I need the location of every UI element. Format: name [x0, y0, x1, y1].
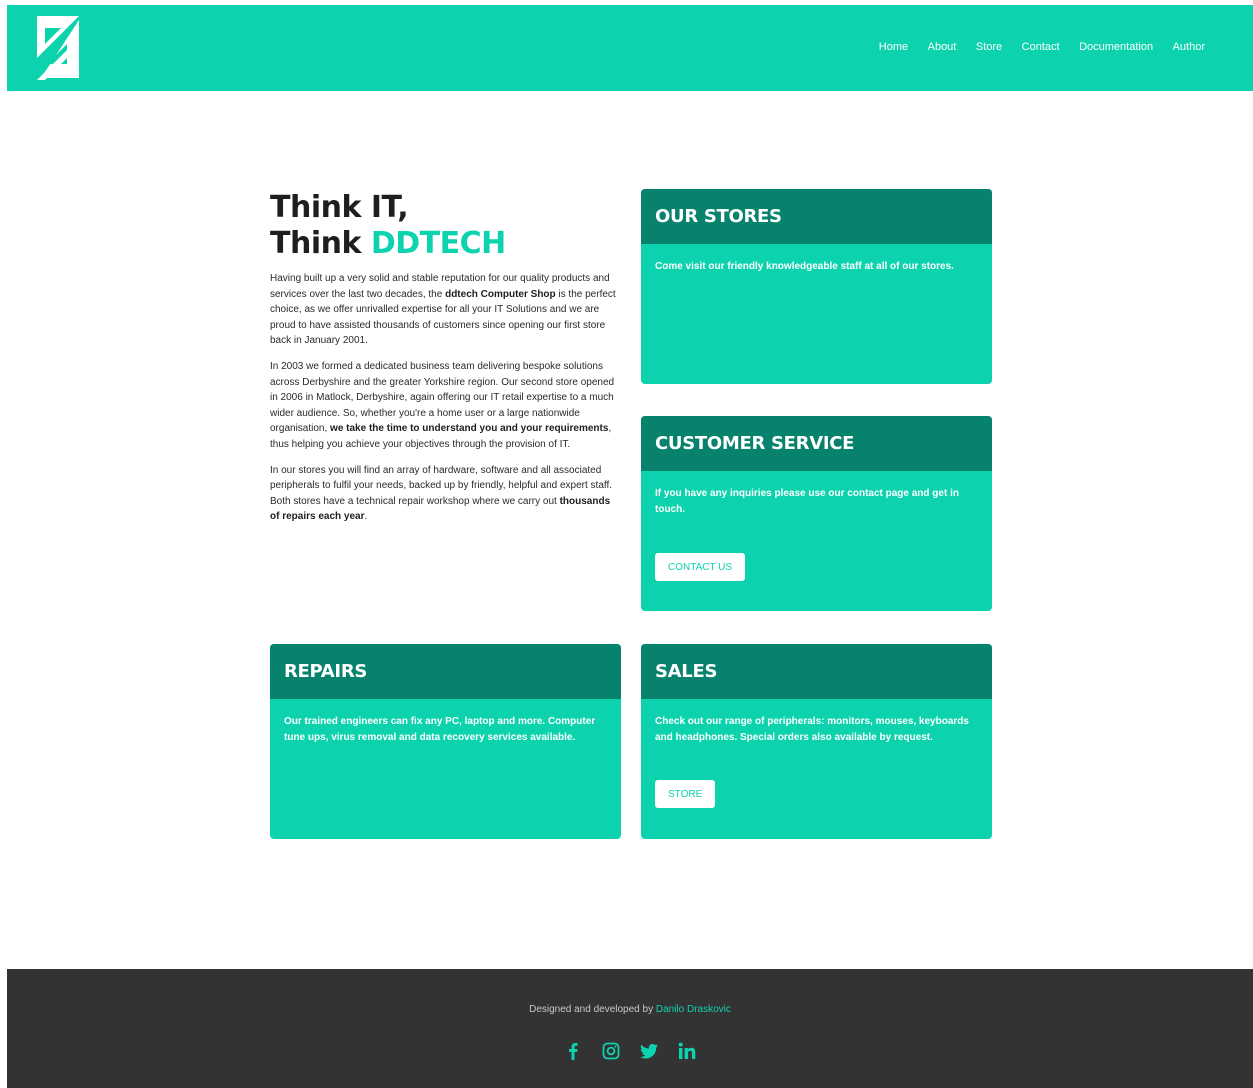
- ddtech-logo-icon[interactable]: [37, 16, 79, 80]
- instagram-icon[interactable]: [601, 1041, 621, 1061]
- facebook-icon[interactable]: [563, 1041, 583, 1061]
- card-header: REPAIRS: [270, 644, 621, 699]
- card-body: Check out our range of peripherals: moni…: [655, 716, 969, 743]
- nav-documentation[interactable]: Documentation: [1079, 41, 1153, 53]
- main-nav: Home About Store Contact Documentation A…: [859, 41, 1205, 53]
- card-header: OUR STORES: [641, 189, 992, 244]
- site-header: Home About Store Contact Documentation A…: [7, 5, 1253, 91]
- social-links: [7, 1041, 1253, 1061]
- twitter-icon[interactable]: [639, 1041, 659, 1061]
- card-title: OUR STORES: [655, 206, 782, 227]
- intro-paragraph-3: In our stores you will find an array of …: [270, 463, 620, 525]
- nav-contact[interactable]: Contact: [1022, 41, 1060, 53]
- card-body: Come visit our friendly knowledgeable st…: [655, 261, 954, 272]
- intro-section: Think IT, Think DDTECH Having built up a…: [270, 190, 620, 525]
- card-header: SALES: [641, 644, 992, 699]
- site-footer: Designed and developed by Danilo Draskov…: [7, 969, 1253, 1088]
- hero-title-accent: DDTECH: [370, 226, 506, 261]
- contact-us-button[interactable]: CONTACT US: [655, 553, 746, 581]
- hero-title-prefix: Think: [270, 226, 361, 261]
- footer-credit: Designed and developed by Danilo Draskov…: [7, 1004, 1253, 1015]
- card-title: REPAIRS: [284, 661, 368, 682]
- intro-paragraph-2: In 2003 we formed a dedicated business t…: [270, 359, 620, 453]
- store-button[interactable]: STORE: [655, 780, 716, 808]
- card-customer-service: CUSTOMER SERVICE If you have any inquiri…: [641, 416, 992, 611]
- intro-p2-bold: we take the time to understand you and y…: [330, 423, 609, 435]
- linkedin-icon[interactable]: [677, 1041, 697, 1061]
- card-repairs: REPAIRS Our trained engineers can fix an…: [270, 644, 621, 839]
- intro-paragraph-1: Having built up a very solid and stable …: [270, 271, 620, 349]
- nav-author[interactable]: Author: [1173, 41, 1205, 53]
- card-header: CUSTOMER SERVICE: [641, 416, 992, 471]
- hero-title-line1: Think IT,: [270, 190, 409, 225]
- card-our-stores: OUR STORES Come visit our friendly knowl…: [641, 189, 992, 384]
- intro-p1-bold: ddtech Computer Shop: [445, 288, 556, 300]
- card-sales: SALES Check out our range of peripherals…: [641, 644, 992, 839]
- credit-text: Designed and developed by: [529, 1004, 656, 1015]
- nav-store[interactable]: Store: [976, 41, 1002, 53]
- card-body: If you have any inquiries please use our…: [655, 488, 959, 515]
- intro-p3-text-end: .: [364, 511, 368, 523]
- hero-title: Think IT, Think DDTECH: [270, 190, 620, 262]
- author-link[interactable]: Danilo Draskovic: [656, 1004, 731, 1015]
- card-title: CUSTOMER SERVICE: [655, 433, 855, 454]
- card-body: Our trained engineers can fix any PC, la…: [284, 716, 596, 743]
- card-title: SALES: [655, 661, 718, 682]
- nav-about[interactable]: About: [928, 41, 957, 53]
- nav-home[interactable]: Home: [879, 41, 908, 53]
